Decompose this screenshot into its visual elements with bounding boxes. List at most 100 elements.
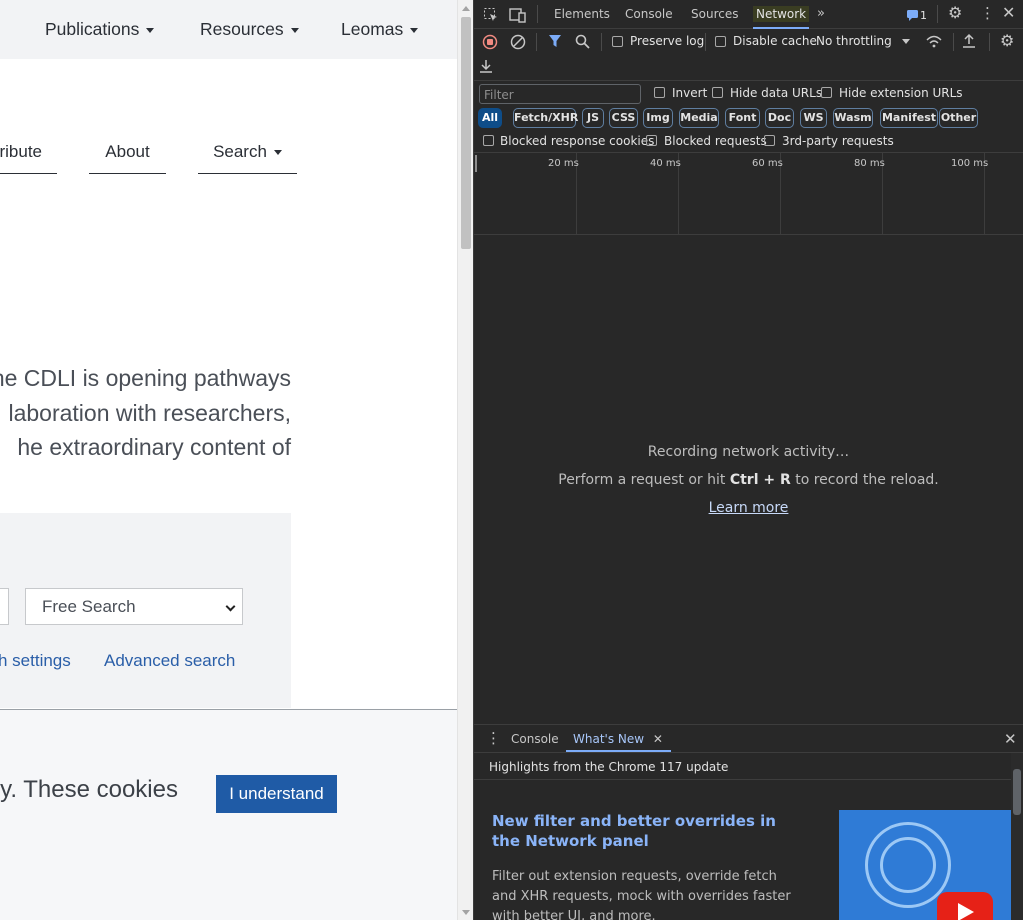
caret-down-icon	[146, 27, 155, 33]
whats-new-header: Highlights from the Chrome 117 update	[474, 753, 1011, 780]
type-filter-css[interactable]: CSS	[609, 108, 638, 128]
intro-paragraph: he CDLI is opening pathways laboration w…	[0, 361, 291, 465]
cookie-accept-button[interactable]: I understand	[216, 775, 337, 813]
type-filter-doc[interactable]: Doc	[765, 108, 794, 128]
thumbnail-ring	[880, 837, 936, 893]
issues-message-icon[interactable]	[906, 9, 920, 21]
preserve-log-checkbox[interactable]	[612, 36, 623, 47]
toolbar-divider	[937, 5, 938, 23]
cookie-banner-text: rly. These cookies	[0, 776, 178, 803]
nav-resources-dropdown[interactable]: Resources	[200, 19, 299, 40]
settings-gear-icon[interactable]: ⚙	[948, 5, 962, 21]
record-stop-icon[interactable]	[482, 34, 498, 50]
blocked-response-cookies-checkbox[interactable]	[483, 135, 494, 146]
close-devtools-icon[interactable]: ✕	[1002, 5, 1015, 21]
drawer-tab-console[interactable]: Console	[511, 732, 559, 746]
more-tabs-chevron-icon[interactable]: »	[817, 7, 825, 21]
issues-count[interactable]: 1	[920, 9, 927, 22]
disable-cache-checkbox[interactable]	[715, 36, 726, 47]
subnav-search-dropdown[interactable]: Search	[198, 142, 297, 174]
search-type-select[interactable]: Free Search	[25, 588, 243, 625]
nav-leomas-label: Leomas	[341, 19, 404, 39]
hide-extension-urls-checkbox[interactable]	[821, 87, 832, 98]
learn-more-link[interactable]: Learn more	[709, 500, 789, 516]
scrollbar-thumb[interactable]	[1013, 769, 1021, 815]
search-icon[interactable]	[575, 34, 590, 49]
subnav-about-link[interactable]: About	[89, 142, 166, 174]
scroll-down-arrow-icon[interactable]	[462, 910, 470, 915]
inspect-element-icon[interactable]	[483, 7, 499, 23]
toolbar-divider	[536, 33, 537, 51]
drawer-scrollbar[interactable]	[1011, 753, 1023, 920]
scroll-up-arrow-icon[interactable]	[462, 6, 470, 11]
throttling-dropdown-icon[interactable]	[902, 39, 910, 44]
preserve-log-label: Preserve log	[630, 34, 705, 48]
hide-data-urls-checkbox[interactable]	[712, 87, 723, 98]
search-panel: Free Search h settings Advanced search	[0, 513, 291, 708]
hide-extension-urls-label: Hide extension URLs	[839, 86, 963, 100]
drawer-tab-bar: ⋮ Console What's New ✕ ✕	[474, 725, 1023, 753]
nav-resources-label: Resources	[200, 19, 284, 39]
search-settings-link[interactable]: h settings	[0, 651, 71, 671]
cookie-banner: rly. These cookies I understand	[0, 709, 457, 920]
type-filter-other[interactable]: Other	[939, 108, 978, 128]
type-filter-media[interactable]: Media	[679, 108, 719, 128]
tab-sources[interactable]: Sources	[691, 7, 738, 21]
drawer-tab-whats-new[interactable]: What's New ✕	[566, 725, 671, 752]
advanced-search-link[interactable]: Advanced search	[104, 651, 235, 671]
tab-network[interactable]: Network	[753, 6, 810, 29]
reload-hint-prefix: Perform a request or hit	[558, 472, 730, 488]
disable-cache-label: Disable cache	[733, 34, 817, 48]
whats-new-video-thumbnail[interactable]	[839, 810, 1011, 920]
nav-leomas-dropdown[interactable]: Leomas	[341, 19, 419, 40]
toolbar-divider	[601, 33, 602, 51]
invert-checkbox[interactable]	[654, 87, 665, 98]
network-empty-state: Recording network activity… Perform a re…	[474, 235, 1023, 724]
intro-line: laboration with researchers,	[8, 399, 291, 426]
reload-shortcut-keys: Ctrl + R	[729, 472, 791, 488]
caret-down-icon	[410, 27, 419, 33]
toolbar-divider	[705, 33, 706, 51]
devtools-tab-bar: Elements Console Sources Network » 1 ⚙ ⋮…	[474, 0, 1023, 29]
type-filter-js[interactable]: JS	[582, 108, 604, 128]
whats-new-article-title[interactable]: New filter and better overrides in the N…	[492, 811, 802, 851]
page-scrollbar[interactable]	[457, 0, 473, 920]
tab-console[interactable]: Console	[625, 7, 673, 21]
third-party-requests-checkbox[interactable]	[764, 135, 775, 146]
subnav-search-label: Search	[213, 142, 267, 161]
network-settings-gear-icon[interactable]: ⚙	[1000, 33, 1014, 49]
video-play-icon[interactable]	[937, 892, 993, 920]
whats-new-article-description: Filter out extension requests, override …	[492, 869, 791, 920]
type-filter-font[interactable]: Font	[725, 108, 760, 128]
type-filter-img[interactable]: Img	[643, 108, 673, 128]
tab-elements[interactable]: Elements	[554, 7, 610, 21]
network-conditions-wifi-icon[interactable]	[925, 34, 943, 49]
subnav-contribute-link[interactable]: ribute	[0, 142, 57, 174]
blocked-requests-checkbox[interactable]	[646, 135, 657, 146]
clear-log-icon[interactable]	[510, 34, 526, 50]
network-toolbar: Preserve log Disable cache No throttling…	[474, 29, 1023, 81]
timeline-tick-label: 60 ms	[752, 158, 783, 169]
type-filter-manifest[interactable]: Manifest	[880, 108, 938, 128]
close-tab-icon[interactable]: ✕	[653, 732, 663, 746]
export-har-download-icon[interactable]	[479, 58, 493, 74]
intro-line: he extraordinary content of	[17, 434, 291, 460]
timeline-tick-label: 80 ms	[854, 158, 885, 169]
type-filter-wasm[interactable]: Wasm	[833, 108, 873, 128]
kebab-menu-icon[interactable]: ⋮	[980, 6, 995, 21]
import-har-upload-icon[interactable]	[962, 33, 976, 49]
throttling-select[interactable]: No throttling	[816, 34, 892, 48]
filter-funnel-icon[interactable]	[548, 34, 562, 49]
search-input[interactable]	[0, 588, 9, 625]
filter-input[interactable]: Filter	[479, 84, 641, 104]
recording-status-text: Recording network activity…	[647, 444, 850, 460]
network-overview-timeline[interactable]: 20 ms 40 ms 60 ms 80 ms 100 ms	[474, 153, 1023, 235]
close-drawer-icon[interactable]: ✕	[1004, 732, 1017, 747]
type-filter-ws[interactable]: WS	[800, 108, 827, 128]
drawer-menu-kebab-icon[interactable]: ⋮	[486, 731, 501, 746]
type-filter-all[interactable]: All	[478, 108, 502, 128]
nav-publications-dropdown[interactable]: Publications	[45, 19, 155, 40]
type-filter-fetch-xhr[interactable]: Fetch/XHR	[513, 108, 578, 128]
device-toolbar-icon[interactable]	[509, 7, 527, 23]
scrollbar-thumb[interactable]	[461, 17, 471, 249]
